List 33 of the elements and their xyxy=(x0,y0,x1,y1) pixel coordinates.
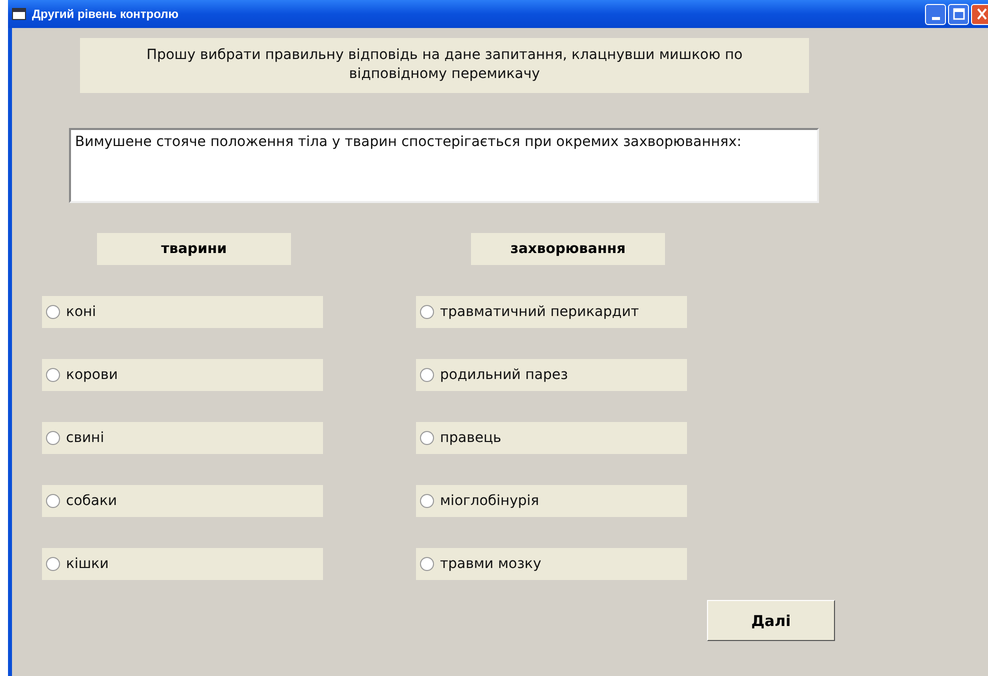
next-button[interactable]: Далі xyxy=(707,600,835,641)
minimize-icon xyxy=(932,16,940,20)
window-title: Другий рівень контролю xyxy=(32,7,180,21)
radio-icon xyxy=(46,368,60,382)
radio-option[interactable]: свині xyxy=(42,422,323,454)
question-field[interactable]: Вимушене стояче положення тіла у тварин спостерігається при окремих захворюваннях: xyxy=(69,128,819,203)
maximize-button[interactable] xyxy=(948,4,969,24)
maximize-icon xyxy=(952,8,964,20)
close-icon xyxy=(976,8,986,20)
radio-option[interactable]: міоглобінурія xyxy=(416,485,687,517)
instruction-label: Прошу вибрати правильну відповідь на дане запитання, клацнувши мишкою по відповідному перемикачу xyxy=(80,38,809,93)
radio-option[interactable]: коні xyxy=(42,296,323,328)
window-icon xyxy=(12,8,26,20)
radio-option[interactable]: родильний парез xyxy=(416,359,687,391)
radio-option[interactable]: травми мозку xyxy=(416,548,687,580)
radio-icon xyxy=(46,557,60,571)
column-heading: захворювання xyxy=(471,233,665,265)
minimize-button[interactable] xyxy=(925,4,946,24)
radio-option[interactable]: кішки xyxy=(42,548,323,580)
radio-icon xyxy=(46,305,60,319)
column-heading: тварини xyxy=(97,233,291,265)
radio-icon xyxy=(46,494,60,508)
radio-option[interactable]: собаки xyxy=(42,485,323,517)
radio-icon xyxy=(420,494,434,508)
radio-icon xyxy=(46,431,60,445)
radio-icon xyxy=(420,431,434,445)
radio-option[interactable]: корови xyxy=(42,359,323,391)
radio-icon xyxy=(420,557,434,571)
close-button[interactable] xyxy=(971,4,988,24)
radio-icon xyxy=(420,305,434,319)
radio-icon xyxy=(420,368,434,382)
radio-option[interactable]: травматичний перикардит xyxy=(416,296,687,328)
radio-option[interactable]: правець xyxy=(416,422,687,454)
